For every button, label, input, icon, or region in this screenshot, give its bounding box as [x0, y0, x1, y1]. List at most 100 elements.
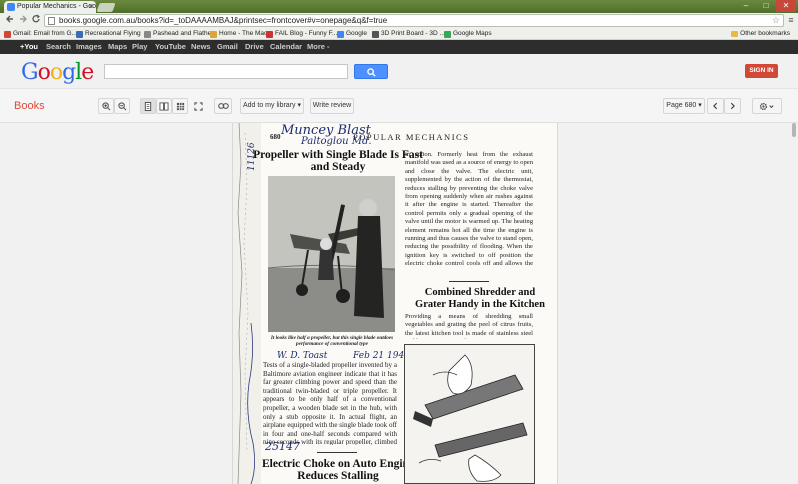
airplane-illustration: [268, 176, 395, 332]
address-bar[interactable]: books.google.com.au/books?id=_toDAAAAMBA…: [44, 14, 784, 27]
close-window-button[interactable]: ✕: [776, 0, 796, 12]
maximize-button[interactable]: □: [756, 0, 776, 12]
write-review-button[interactable]: Write review: [310, 98, 354, 114]
zoom-out-icon: [117, 102, 126, 111]
handwritten-address: Paltoglou Md.: [301, 136, 372, 147]
google-books-favicon-icon: [7, 3, 15, 11]
thumbnail-view-button[interactable]: [172, 98, 188, 114]
handwritten-signature: W. D. Toast: [277, 351, 328, 361]
two-page-icon: [159, 102, 169, 111]
bookmark-favicon-icon: [266, 31, 273, 38]
google-nav-bar: +You Search Images Maps Play YouTube New…: [0, 40, 798, 54]
hands-grater-drawing: [405, 345, 534, 483]
gbar-youtube[interactable]: YouTube: [155, 42, 186, 51]
bookmark-gmail[interactable]: Gmail: Email from G...: [4, 29, 77, 39]
article-title-propeller: Propeller with Single Blade Is Fast and …: [253, 149, 423, 173]
article-title-electric-choke: Electric Choke on Auto Engine Reduces St…: [261, 458, 415, 482]
gbar-more[interactable]: More -: [307, 42, 330, 51]
folder-icon: [731, 31, 739, 37]
single-page-view-button[interactable]: [140, 98, 156, 114]
reload-icon: [31, 14, 40, 23]
fullscreen-icon: [193, 102, 203, 111]
minimize-button[interactable]: –: [736, 0, 756, 12]
single-page-icon: [144, 102, 152, 111]
link-icon: [217, 103, 229, 109]
tab-close-icon[interactable]: ×: [88, 2, 93, 11]
sign-in-button[interactable]: SIGN IN: [745, 64, 778, 78]
vertical-scrollbar[interactable]: [791, 123, 798, 484]
book-viewport[interactable]: 680 POPULAR MECHANICS Muncey Blast Palto…: [0, 123, 798, 484]
page-number: 680: [270, 133, 281, 141]
gbar-gmail[interactable]: Gmail: [217, 42, 238, 51]
bookmark-home-the-mac[interactable]: Home - The Mac: [210, 29, 267, 39]
browser-tab[interactable]: Popular Mechanics - Goo ×: [4, 1, 96, 13]
book-page: 680 POPULAR MECHANICS Muncey Blast Palto…: [232, 123, 558, 484]
zoom-out-button[interactable]: [114, 98, 130, 114]
two-page-view-button[interactable]: [156, 98, 172, 114]
grater-illustration: [404, 344, 535, 484]
chrome-menu-icon[interactable]: ≡: [786, 15, 796, 25]
search-button[interactable]: [354, 64, 388, 79]
forward-button[interactable]: [16, 14, 29, 27]
settings-button[interactable]: [752, 98, 782, 114]
zoom-in-icon: [101, 102, 110, 111]
back-arrow-icon: [5, 15, 13, 23]
search-input[interactable]: [104, 64, 348, 79]
bookmark-google[interactable]: Google: [337, 29, 367, 39]
previous-page-button[interactable]: [707, 98, 724, 114]
reload-button[interactable]: [29, 14, 42, 27]
bookmarks-bar: Gmail: Email from G... Recreational Flyi…: [0, 28, 798, 40]
torn-edge-strip: [233, 123, 261, 484]
article-body-propeller: Tests of a single-bladed propeller inven…: [263, 361, 397, 445]
scrollbar-thumb[interactable]: [792, 123, 796, 137]
maps-favicon-icon: [444, 31, 451, 38]
next-page-button[interactable]: [724, 98, 741, 114]
gbar-news[interactable]: News: [191, 42, 211, 51]
divider-rule: [317, 452, 357, 453]
bookmark-3d-print-board[interactable]: 3D Print Board - 3D ...: [372, 29, 445, 39]
article-body-choke-continued: in action. Formerly heat from the exhaus…: [405, 151, 533, 269]
bookmark-favicon-icon: [144, 31, 151, 38]
bookmark-recreational-flying[interactable]: Recreational Flying: [76, 29, 141, 39]
gbar-drive[interactable]: Drive: [245, 42, 264, 51]
books-title[interactable]: Books: [14, 100, 45, 112]
gmail-favicon-icon: [4, 31, 11, 38]
page-icon: [48, 17, 55, 25]
tab-title: Popular Mechanics - Goo: [17, 3, 96, 10]
gbar-play[interactable]: Play: [132, 42, 147, 51]
bookmark-favicon-icon: [372, 31, 379, 38]
chevron-left-icon: [713, 102, 718, 110]
add-to-library-button[interactable]: Add to my library ▾: [240, 98, 304, 114]
gbar-calendar[interactable]: Calendar: [270, 42, 302, 51]
new-tab-button[interactable]: [96, 3, 116, 12]
article-body-shredder: Providing a means of shredding small veg…: [405, 313, 533, 339]
chevron-right-icon: [730, 102, 735, 110]
photo-caption: It looks like half a propeller, but this…: [270, 335, 394, 347]
books-toolbar: Books Add to my library ▾ Write review P…: [0, 89, 798, 123]
zoom-in-button[interactable]: [98, 98, 114, 114]
divider-rule: [449, 281, 489, 282]
bookmark-favicon-icon: [76, 31, 83, 38]
fullscreen-button[interactable]: [190, 98, 206, 114]
url-text: books.google.com.au/books?id=_toDAAAAMBA…: [59, 16, 388, 25]
link-button[interactable]: [214, 98, 232, 114]
bookmark-star-icon[interactable]: ☆: [772, 15, 780, 26]
google-favicon-icon: [337, 31, 344, 38]
gbar-search[interactable]: Search: [46, 42, 71, 51]
gbar-maps[interactable]: Maps: [108, 42, 127, 51]
gear-icon: [759, 102, 774, 111]
browser-toolbar: books.google.com.au/books?id=_toDAAAAMBA…: [0, 13, 798, 28]
page-select[interactable]: Page 680 ▾: [663, 98, 705, 114]
gbar-images[interactable]: Images: [76, 42, 102, 51]
grid-icon: [176, 102, 184, 111]
search-icon: [367, 68, 376, 77]
gbar-you[interactable]: +You: [20, 42, 38, 51]
bookmark-google-maps[interactable]: Google Maps: [444, 29, 492, 39]
google-header: Google SIGN IN: [0, 54, 798, 89]
bookmark-pashead[interactable]: Pashead and Flathe...: [144, 29, 217, 39]
back-button[interactable]: [3, 14, 16, 27]
other-bookmarks[interactable]: Other bookmarks: [731, 29, 790, 39]
bookmark-fail-blog[interactable]: FAIL Blog - Funny F...: [266, 29, 337, 39]
google-logo[interactable]: Google: [21, 60, 94, 85]
bookmark-favicon-icon: [210, 31, 217, 38]
